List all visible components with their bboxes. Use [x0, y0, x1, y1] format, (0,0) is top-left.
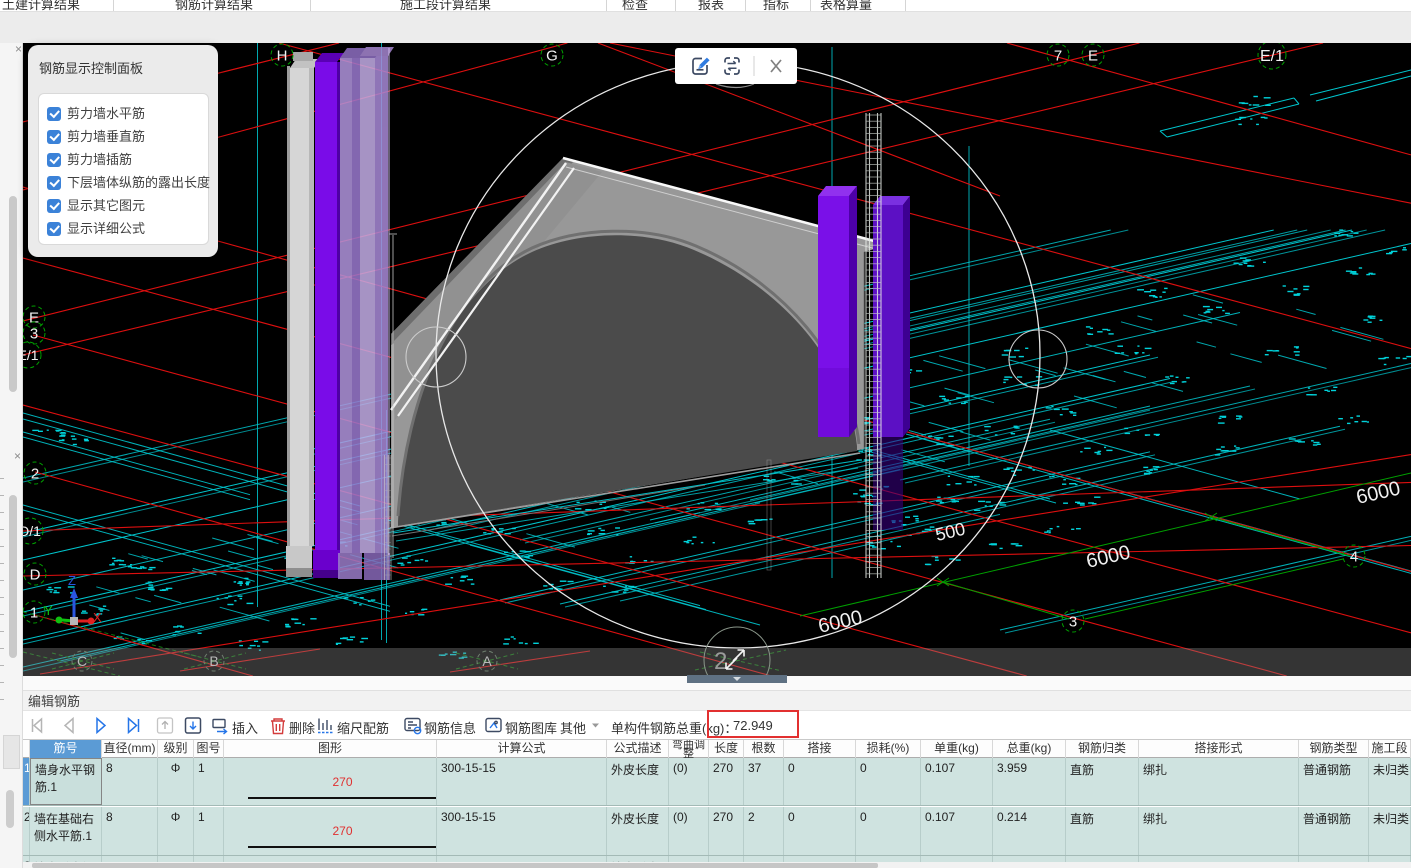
svg-text:X: X	[93, 610, 102, 625]
svg-text:E: E	[29, 309, 39, 326]
svg-text:Z: Z	[68, 573, 76, 588]
svg-text:E: E	[1088, 47, 1098, 64]
svg-text:H: H	[277, 47, 288, 64]
svg-text:D/1: D/1	[23, 523, 41, 539]
svg-text:4: 4	[1350, 548, 1358, 565]
svg-text:G: G	[546, 47, 558, 64]
svg-text:3: 3	[30, 325, 38, 342]
svg-text:D: D	[30, 566, 41, 583]
svg-text:2: 2	[714, 648, 727, 675]
svg-text:C: C	[77, 653, 87, 669]
svg-text:A: A	[482, 653, 492, 669]
svg-text:3: 3	[1069, 613, 1077, 630]
svg-text:2: 2	[31, 465, 39, 482]
svg-text:1: 1	[30, 604, 38, 621]
svg-text:7: 7	[1054, 47, 1062, 64]
svg-text:E/1: E/1	[1260, 48, 1284, 65]
svg-text:Y: Y	[44, 603, 53, 618]
svg-text:E/1: E/1	[23, 347, 39, 363]
svg-text:B: B	[209, 653, 218, 669]
